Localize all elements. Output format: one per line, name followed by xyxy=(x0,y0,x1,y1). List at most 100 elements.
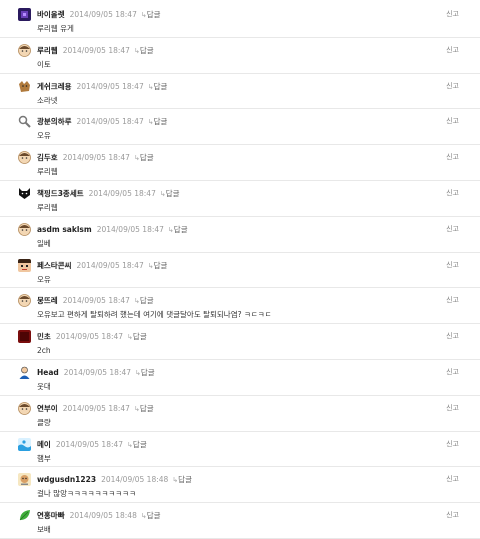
report-button[interactable]: 신고 xyxy=(446,474,459,484)
comment-author[interactable]: 민초 xyxy=(37,332,51,341)
reply-button[interactable]: ↳답글 xyxy=(141,511,161,520)
comment-author[interactable]: 루리웹 xyxy=(37,46,58,55)
comment-author[interactable]: 뭉뜨레 xyxy=(37,296,58,305)
comment-text: 걸나 많앙ㅋㅋㅋㅋㅋㅋㅋㅋㅋㅋ xyxy=(37,489,136,499)
comment-meta: Head 2014/09/05 18:47 ↳답글 xyxy=(37,366,155,379)
reply-button[interactable]: ↳답글 xyxy=(127,332,147,341)
reply-button[interactable]: ↳답글 xyxy=(168,225,188,234)
reply-button[interactable]: ↳답글 xyxy=(148,82,168,91)
reply-label: 답글 xyxy=(165,189,180,198)
wave-avatar-icon[interactable] xyxy=(18,437,31,451)
comment-author[interactable]: 연부이 xyxy=(37,404,58,413)
comment-author[interactable]: Head xyxy=(37,368,59,377)
pixel-face-avatar-icon[interactable] xyxy=(18,258,31,272)
reply-label: 답글 xyxy=(146,511,161,521)
comment-date: 2014/09/05 18:47 xyxy=(88,189,156,198)
reply-button[interactable]: ↳답글 xyxy=(148,261,168,270)
reply-label: 답글 xyxy=(153,117,168,127)
comment-meta: 책핑드3종세트 2014/09/05 18:47 ↳답글 xyxy=(37,187,180,200)
default-face-avatar-icon[interactable] xyxy=(18,222,31,236)
comment-date: 2014/09/05 18:47 xyxy=(62,153,130,163)
comment-author[interactable]: asdm saklsm xyxy=(37,225,92,234)
reply-button[interactable]: ↳답글 xyxy=(135,368,155,377)
default-face-avatar-icon[interactable] xyxy=(18,43,31,57)
comment-date: 2014/09/05 18:48 xyxy=(69,511,137,521)
comment-author[interactable]: wdgusdn1223 xyxy=(37,475,96,484)
report-button[interactable]: 신고 xyxy=(446,188,459,198)
person-avatar-icon[interactable] xyxy=(18,366,31,379)
comment-meta: 광분의하루 2014/09/05 18:47 ↳답글 xyxy=(37,115,167,128)
comment-author[interactable]: 김두호 xyxy=(37,153,58,162)
comment-date: 2014/09/05 18:48 xyxy=(101,475,169,485)
reply-label: 답글 xyxy=(173,224,188,234)
comment-date: 2014/09/05 18:47 xyxy=(76,117,144,127)
comment-date: 2014/09/05 18:47 xyxy=(96,224,164,234)
comment-meta: 메이 2014/09/05 18:47 ↳답글 xyxy=(37,438,147,451)
comment-list: 바이올렛 2014/09/05 18:47 ↳답글 루리웹 유게 신고 루리웹 2014/0… xyxy=(0,0,480,539)
comment-date: 2014/09/05 18:47 xyxy=(69,10,137,19)
comment-item: 연홍마빠 2014/09/05 18:48 ↳답글 보배 신고 xyxy=(0,503,480,539)
comment-text: 루리웹 xyxy=(37,167,58,177)
dark-red-avatar-icon[interactable] xyxy=(18,330,31,344)
comment-date: 2014/09/05 18:47 xyxy=(55,439,124,449)
comment-date: 2014/09/05 18:47 xyxy=(62,296,130,306)
sticker-avatar-icon[interactable] xyxy=(18,473,31,487)
reply-label: 답글 xyxy=(139,296,154,306)
default-face-avatar-icon[interactable] xyxy=(18,151,31,165)
reply-button[interactable]: ↳답글 xyxy=(134,296,154,305)
reply-label: 답글 xyxy=(139,45,154,55)
magnifier-avatar-icon[interactable] xyxy=(18,115,31,129)
leaf-avatar-icon[interactable] xyxy=(18,509,31,522)
default-face-avatar-icon[interactable] xyxy=(18,401,31,415)
comment-item: 광분의하루 2014/09/05 18:47 ↳답글오유 신고 xyxy=(0,109,480,146)
report-button[interactable]: 신고 xyxy=(446,152,459,162)
black-cat-avatar-icon[interactable] xyxy=(18,187,31,200)
default-face-avatar-icon[interactable] xyxy=(18,294,31,308)
comment-item: 책핑드3종세트 2014/09/05 18:47 ↳답글루리웹 신고 xyxy=(0,181,480,217)
dog-avatar-icon[interactable] xyxy=(18,80,31,93)
reply-label: 답글 xyxy=(139,403,154,413)
report-button[interactable]: 신고 xyxy=(446,9,459,19)
report-button[interactable]: 신고 xyxy=(446,331,459,341)
comment-text: 클량 xyxy=(37,417,51,427)
comment-text: 오유 xyxy=(37,131,51,141)
reply-button[interactable]: ↳답글 xyxy=(160,189,180,198)
report-button[interactable]: 신고 xyxy=(446,439,459,449)
reply-button[interactable]: ↳답글 xyxy=(141,10,161,19)
comment-meta: 연부이 2014/09/05 18:47 ↳답글 xyxy=(37,402,154,415)
reply-button[interactable]: ↳답글 xyxy=(127,440,147,449)
reply-button[interactable]: ↳답글 xyxy=(148,117,168,126)
report-button[interactable]: 신고 xyxy=(446,260,459,270)
comment-text: 루리웹 xyxy=(37,203,58,212)
comment-item: 연부이 2014/09/05 18:47 ↳답글클량 신고 xyxy=(0,396,480,432)
comment-meta: 뭉뜨레 2014/09/05 18:47 ↳답글 xyxy=(37,294,154,307)
comment-author[interactable]: 책핑드3종세트 xyxy=(37,189,84,198)
comment-author[interactable]: 연홍마빠 xyxy=(37,511,65,520)
comment-text: 루리웹 유게 xyxy=(37,24,74,33)
comment-author[interactable]: 메이 xyxy=(37,440,51,449)
comment-author[interactable]: 바이올렛 xyxy=(37,10,65,19)
comment-author[interactable]: 광분의하루 xyxy=(37,117,72,126)
report-button[interactable]: 신고 xyxy=(446,116,459,126)
reply-label: 답글 xyxy=(178,475,192,485)
comment-text: 웃대 xyxy=(37,382,51,391)
reply-button[interactable]: ↳답글 xyxy=(134,153,154,162)
report-button[interactable]: 신고 xyxy=(446,45,459,55)
report-button[interactable]: 신고 xyxy=(446,295,459,305)
report-button[interactable]: 신고 xyxy=(446,403,459,413)
report-button[interactable]: 신고 xyxy=(446,81,459,91)
reply-label: 답글 xyxy=(153,260,168,270)
reply-button[interactable]: ↳답글 xyxy=(134,404,154,413)
comment-item: 바이올렛 2014/09/05 18:47 ↳답글루리웹 유게 신고 xyxy=(0,2,480,38)
comment-meta: 게쉬크레용 2014/09/05 18:47 ↳답글 xyxy=(37,80,167,93)
report-button[interactable]: 신고 xyxy=(446,224,459,234)
reply-button[interactable]: ↳답글 xyxy=(134,46,154,55)
comment-date: 2014/09/05 18:47 xyxy=(76,260,144,270)
reply-button[interactable]: ↳답글 xyxy=(172,475,192,484)
comment-date: 2014/09/05 18:47 xyxy=(63,368,132,377)
report-button[interactable]: 신고 xyxy=(446,510,459,520)
purple-square-avatar-icon[interactable] xyxy=(18,8,31,21)
comment-author[interactable]: 게쉬크레용 xyxy=(37,82,72,91)
comment-author[interactable]: 페스타콘씨 xyxy=(37,261,72,270)
report-button[interactable]: 신고 xyxy=(446,367,459,377)
